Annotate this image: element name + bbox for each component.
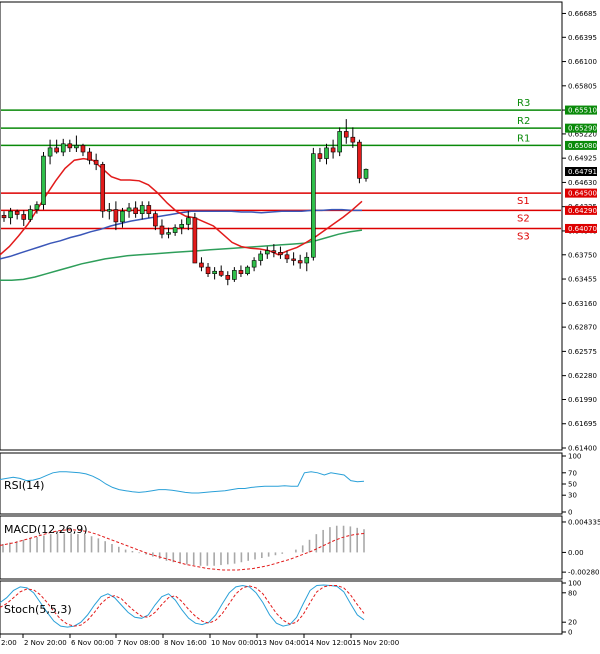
price-tick-label: 0.62870 bbox=[568, 324, 597, 332]
x-tick-label: 6 Nov 00:00 bbox=[71, 639, 114, 647]
rsi-title: RSI(14) bbox=[4, 479, 44, 492]
price-tick-label: 0.63750 bbox=[568, 251, 597, 259]
rsi-tick-label: 0 bbox=[568, 509, 572, 517]
stoch-tick-label: 20 bbox=[568, 619, 577, 627]
macd-tick-label: -0.002807 bbox=[568, 569, 600, 577]
candle bbox=[100, 161, 106, 218]
candle bbox=[311, 147, 316, 261]
macd-tick-label: 0.00 bbox=[568, 549, 584, 557]
level-name-s2: S2 bbox=[517, 213, 530, 224]
price-tick-label: 0.64925 bbox=[568, 155, 597, 163]
stoch-tick-label: 80 bbox=[568, 589, 577, 597]
x-tick-label: 7 Nov 08:00 bbox=[117, 639, 160, 647]
chart-background bbox=[0, 0, 600, 654]
stoch-tick-label: 100 bbox=[568, 580, 581, 588]
rsi-tick-label: 50 bbox=[568, 481, 577, 489]
level-name-r1: R1 bbox=[517, 133, 530, 144]
x-tick-label: 14 Nov 12:00 bbox=[305, 639, 352, 647]
price-tick-label: 0.65805 bbox=[568, 82, 597, 90]
rsi-tick-label: 100 bbox=[568, 453, 581, 461]
stoch-tick-label: 0 bbox=[568, 629, 572, 637]
price-tick-label: 0.64630 bbox=[568, 179, 597, 187]
level-tag-label: 0.64290 bbox=[568, 207, 597, 215]
price-tick-label: 0.63455 bbox=[568, 276, 597, 284]
current-price-label: 0.64791 bbox=[568, 168, 597, 176]
x-tick-label: 15 Nov 20:00 bbox=[352, 639, 399, 647]
price-tick-label: 0.66685 bbox=[568, 10, 597, 18]
price-tick-label: 0.66395 bbox=[568, 34, 597, 42]
price-tick-label: 0.61400 bbox=[568, 445, 597, 453]
candle bbox=[337, 127, 342, 157]
x-tick-label: 8 Nov 16:00 bbox=[164, 639, 207, 647]
x-tick-label: 2 Nov 20:00 bbox=[24, 639, 67, 647]
level-tag-label: 0.65080 bbox=[568, 142, 597, 150]
macd-tick-label: 0.004335 bbox=[568, 518, 600, 526]
level-name-r2: R2 bbox=[517, 116, 530, 127]
candle bbox=[192, 212, 198, 264]
x-tick-label: 2:00 bbox=[1, 639, 17, 647]
price-tick-label: 0.63160 bbox=[568, 300, 597, 308]
price-tick-label: 0.61695 bbox=[568, 420, 597, 428]
stoch-title: Stoch(5,5,3) bbox=[4, 603, 72, 616]
candle bbox=[41, 152, 46, 210]
rsi-tick-label: 70 bbox=[568, 469, 577, 477]
candle bbox=[245, 265, 250, 276]
level-name-s1: S1 bbox=[517, 196, 530, 207]
macd-title: MACD(12,26,9) bbox=[4, 523, 88, 536]
price-tick-label: 0.66100 bbox=[568, 58, 597, 66]
x-tick-label: 10 Nov 00:00 bbox=[211, 639, 258, 647]
price-tick-label: 0.61990 bbox=[568, 396, 597, 404]
level-tag-label: 0.65510 bbox=[568, 107, 597, 115]
level-name-r3: R3 bbox=[517, 98, 530, 109]
price-tick-label: 0.62280 bbox=[568, 372, 597, 380]
candle bbox=[357, 139, 362, 184]
level-tag-label: 0.64070 bbox=[568, 225, 597, 233]
level-name-s3: S3 bbox=[517, 231, 530, 242]
chart-canvas: R3 R2 R1 S1 S2 S3 0.66685 0.66395 0.66100 0.6580… bbox=[0, 0, 600, 654]
level-tag-label: 0.64500 bbox=[568, 190, 597, 198]
rsi-tick-label: 30 bbox=[568, 492, 577, 500]
x-tick-label: 13 Nov 04:00 bbox=[258, 639, 305, 647]
level-tag-label: 0.65290 bbox=[568, 125, 597, 133]
price-tick-label: 0.62575 bbox=[568, 348, 597, 356]
